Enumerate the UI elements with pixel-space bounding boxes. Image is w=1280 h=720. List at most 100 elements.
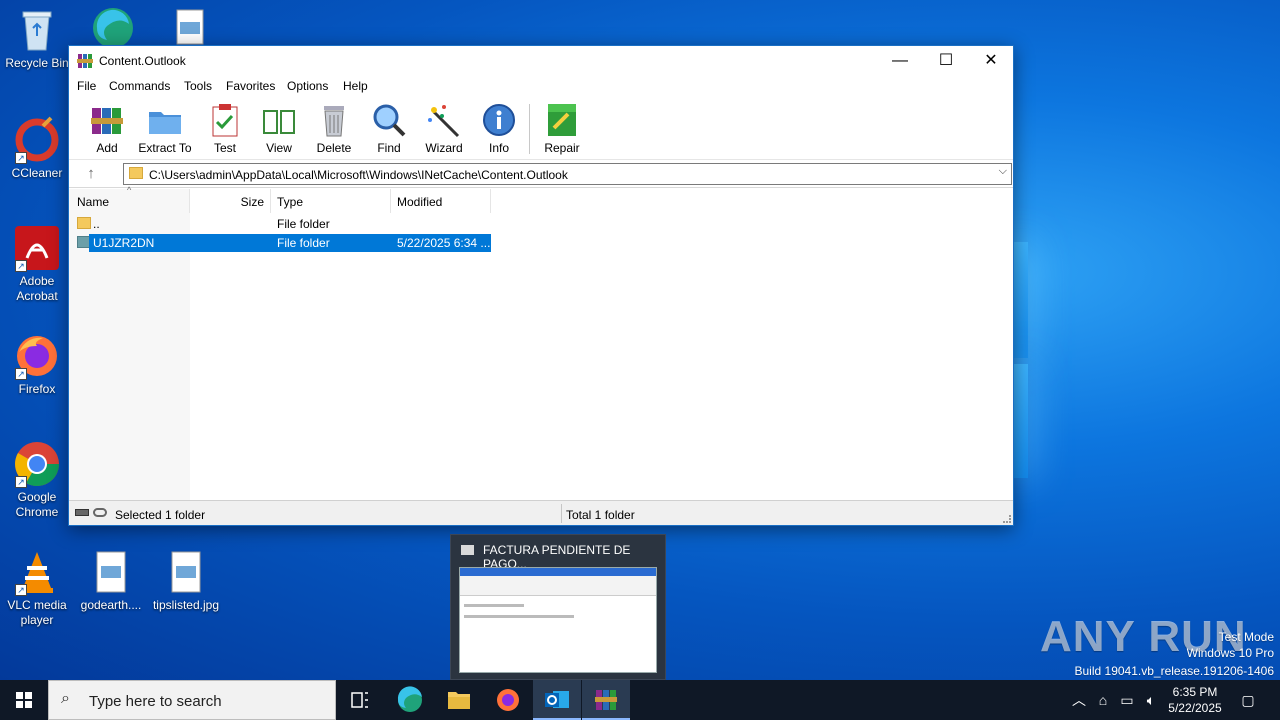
desktop-icon-chrome[interactable]: ↗ Google Chrome xyxy=(0,440,74,520)
watermark-build: Build 19041.vb_release.191206-1406 xyxy=(1074,664,1275,678)
image-file-icon xyxy=(87,548,135,596)
column-header-name[interactable]: ^ Name xyxy=(69,185,190,213)
thumbnail-ribbon xyxy=(460,576,656,596)
start-button[interactable] xyxy=(0,680,48,720)
extract-to-label: Extract To xyxy=(138,141,192,155)
taskbar-outlook[interactable] xyxy=(533,680,581,720)
wizard-label: Wizard xyxy=(425,141,463,155)
magic-wand-icon xyxy=(426,102,462,138)
shortcut-arrow-icon: ↗ xyxy=(15,152,27,164)
volume-icon[interactable]: 🔈︎ xyxy=(1140,680,1162,720)
status-divider xyxy=(561,504,562,523)
menu-file[interactable]: File xyxy=(77,79,96,93)
menu-options[interactable]: Options xyxy=(287,79,328,93)
column-header-size-label: Size xyxy=(240,195,264,209)
repair-label: Repair xyxy=(544,141,580,155)
table-row[interactable]: .. File folder xyxy=(69,215,1013,233)
wallpaper-pane xyxy=(1014,242,1028,358)
title-bar[interactable]: Content.Outlook — ☐ ✕ xyxy=(69,46,1013,76)
outlook-taskbar-preview[interactable]: FACTURA PENDIENTE DE PAGO... xyxy=(450,534,666,680)
taskbar-winrar[interactable] xyxy=(582,680,630,720)
view-button[interactable]: View xyxy=(249,102,309,155)
desktop-icon-adobe-acrobat[interactable]: ↗ Adobe Acrobat xyxy=(0,224,74,304)
table-row-selected[interactable]: U1JZR2DN File folder 5/22/2025 6:34 ... xyxy=(69,234,1013,252)
menu-help[interactable]: Help xyxy=(343,79,368,93)
taskbar-file-explorer[interactable] xyxy=(435,680,483,720)
thumbnail-titlebar xyxy=(460,568,656,576)
wizard-button[interactable]: Wizard xyxy=(414,102,474,155)
shortcut-arrow-icon: ↗ xyxy=(15,368,27,380)
network-status-icon[interactable]: ⌂ xyxy=(1092,680,1114,720)
desktop-icon-firefox[interactable]: ↗ Firefox xyxy=(0,332,74,397)
chrome-icon: ↗ xyxy=(13,440,61,488)
wallpaper-pane xyxy=(1014,364,1028,478)
address-row: ↑ C:\Users\admin\AppData\Local\Microsoft… xyxy=(69,160,1013,188)
shortcut-arrow-icon: ↗ xyxy=(15,476,27,488)
outlook-icon xyxy=(545,691,569,708)
menu-favorites[interactable]: Favorites xyxy=(226,79,275,93)
status-total: Total 1 folder xyxy=(566,508,635,522)
toolbar-separator xyxy=(529,104,530,154)
recycle-bin-icon xyxy=(13,6,61,54)
info-icon xyxy=(481,102,517,138)
repair-button[interactable]: Repair xyxy=(532,102,592,155)
chevron-down-icon[interactable]: ⌵ xyxy=(999,165,1007,178)
trash-icon xyxy=(316,102,352,138)
column-header-size[interactable]: Size xyxy=(190,189,271,213)
resize-grip-icon[interactable] xyxy=(1003,515,1011,523)
notifications-icon[interactable]: ▢ xyxy=(1234,680,1262,720)
test-button[interactable]: Test xyxy=(195,102,255,155)
file-explorer-icon xyxy=(448,692,470,709)
desktop-icon-label: Adobe Acrobat xyxy=(16,274,58,303)
up-one-level-button[interactable]: ↑ xyxy=(81,164,101,184)
maximize-button[interactable]: ☐ xyxy=(923,46,969,76)
watermark-edition: Windows 10 Pro xyxy=(1186,646,1274,660)
desktop-icon-tipslisted[interactable]: tipslisted.jpg xyxy=(149,548,223,613)
menu-commands[interactable]: Commands xyxy=(109,79,170,93)
minimize-button[interactable]: — xyxy=(877,46,923,76)
delete-button[interactable]: Delete xyxy=(304,102,364,155)
status-selected: Selected 1 folder xyxy=(115,508,206,522)
window-title: Content.Outlook xyxy=(99,54,186,68)
extract-to-button[interactable]: Extract To xyxy=(135,102,195,155)
row-type: File folder xyxy=(277,217,330,231)
desktop-icon-vlc[interactable]: ↗ VLC media player xyxy=(0,548,74,628)
desktop-icon-ccleaner[interactable]: ↗ CCleaner xyxy=(0,116,74,181)
edge-icon xyxy=(397,686,422,712)
monitor-icon[interactable]: ▭ xyxy=(1116,680,1138,720)
info-label: Info xyxy=(488,141,509,155)
menu-tools[interactable]: Tools xyxy=(184,79,212,93)
add-archive-icon xyxy=(89,102,125,138)
taskbar-firefox[interactable] xyxy=(484,680,532,720)
row-name: U1JZR2DN xyxy=(93,236,155,250)
taskbar: ⌕ Type here to search ︿ ⌂ ▭ 🔈︎ 6:35 PM 5… xyxy=(0,680,1280,720)
winrar-window[interactable]: Content.Outlook — ☐ ✕ File Commands Tool… xyxy=(68,45,1014,526)
magnifier-icon xyxy=(371,102,407,138)
column-header-modified[interactable]: Modified xyxy=(391,189,491,213)
desktop-icon-godearth[interactable]: godearth.... xyxy=(74,548,148,613)
show-hidden-icons-button[interactable]: ︿ xyxy=(1068,680,1090,720)
row-name: .. xyxy=(93,217,100,231)
find-button[interactable]: Find xyxy=(359,102,419,155)
column-header-type-label: Type xyxy=(277,195,304,209)
taskbar-edge[interactable] xyxy=(386,680,434,720)
search-placeholder: Type here to search xyxy=(89,693,222,710)
info-button[interactable]: Info xyxy=(469,102,529,155)
menu-bar: File Commands Tools Favorites Options He… xyxy=(69,76,1013,98)
column-header-type[interactable]: Type xyxy=(271,189,391,213)
add-button[interactable]: Add xyxy=(77,102,137,155)
firefox-icon xyxy=(497,689,519,711)
address-bar[interactable]: C:\Users\admin\AppData\Local\Microsoft\W… xyxy=(123,163,1012,185)
close-button[interactable]: ✕ xyxy=(968,46,1014,76)
file-list[interactable]: ^ Name Size Type Modified .. File folder… xyxy=(69,185,1013,501)
status-bar: Selected 1 folder Total 1 folder xyxy=(69,500,1013,525)
desktop-icon-label: VLC media player xyxy=(7,598,67,627)
desktop-icon-label: godearth.... xyxy=(80,598,142,612)
taskbar-search-box[interactable]: ⌕ Type here to search xyxy=(48,680,336,720)
task-view-button[interactable] xyxy=(336,680,384,720)
taskbar-clock[interactable]: 6:35 PM 5/22/2025 xyxy=(1160,684,1230,716)
desktop-icon-recycle-bin[interactable]: Recycle Bin xyxy=(0,6,74,71)
watermark-test-mode: Test Mode xyxy=(1218,630,1274,644)
shortcut-arrow-icon: ↗ xyxy=(15,260,27,272)
vlc-icon: ↗ xyxy=(13,548,61,596)
